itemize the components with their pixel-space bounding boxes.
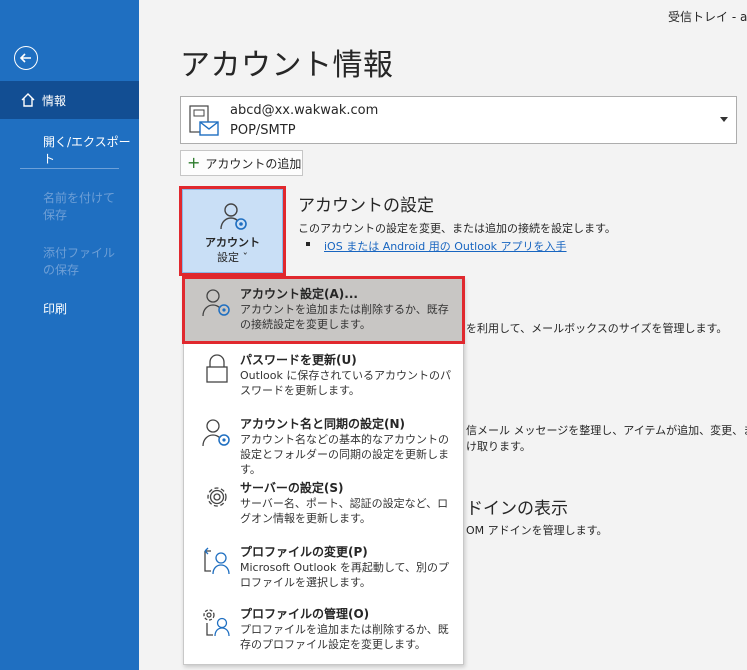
gear-icon	[207, 487, 227, 507]
menu-item-desc: サーバー名、ポート、認証の設定など、ログオン情報を更新します。	[240, 497, 449, 525]
nav-info-label: 情報	[42, 93, 67, 108]
menu-item-title: パスワードを更新(U)	[240, 353, 357, 367]
account-settings-label: アカウント	[205, 236, 260, 249]
nav-divider	[20, 168, 119, 169]
account-settings-button[interactable]: アカウント 設定 ˇ	[179, 186, 286, 276]
menu-server-settings[interactable]: サーバーの設定(S) サーバー名、ポート、認証の設定など、ログオン情報を更新しま…	[184, 472, 463, 536]
backstage-sidebar: 情報 開く/エクスポート 名前を付けて保存 添付ファイルの保存 印刷	[0, 0, 139, 670]
account-sync-icon	[202, 419, 230, 447]
account-email: abcd@xx.wakwak.com	[230, 103, 379, 118]
menu-account-name-sync[interactable]: アカウント名と同期の設定(N) アカウント名などの基本的なアカウントの設定とフォ…	[184, 408, 463, 476]
add-account-label: アカウントの追加	[205, 156, 302, 171]
menu-item-desc: アカウント名などの基本的なアカウントの設定とフォルダーの同期の設定を更新します。	[240, 433, 449, 476]
menu-item-title: プロファイルの変更(P)	[240, 545, 368, 559]
menu-item-title: サーバーの設定(S)	[240, 481, 344, 495]
page-title: アカウント情報	[180, 48, 394, 83]
menu-account-settings[interactable]: アカウント設定(A)... アカウントを追加または削除するか、既存の接続設定を変…	[182, 276, 465, 344]
menu-item-desc: プロファイルを追加または削除するか、既存のプロファイル設定を変更します。	[240, 623, 449, 651]
bullet	[306, 242, 310, 246]
profile-manage-icon	[203, 609, 230, 637]
profile-change-icon	[204, 547, 230, 575]
account-settings-label-2: 設定 ˇ	[217, 251, 248, 264]
nav-open-export[interactable]: 開く/エクスポート	[0, 133, 139, 167]
menu-item-title: アカウント設定(A)...	[240, 287, 358, 301]
addins-heading: ドインの表示	[466, 499, 568, 519]
menu-item-desc: アカウントを追加または削除するか、既存の接続設定を変更します。	[240, 303, 449, 331]
account-settings-description: このアカウントの設定を変更、または追加の接続を設定します。	[298, 222, 616, 235]
account-type: POP/SMTP	[230, 123, 296, 138]
lock-icon	[206, 354, 228, 383]
back-arrow-icon	[19, 53, 31, 63]
menu-item-desc: Outlook に保存されているアカウントのパスワードを更新します。	[240, 369, 451, 397]
menu-update-password[interactable]: パスワードを更新(U) Outlook に保存されているアカウントのパスワードを…	[184, 344, 463, 408]
rules-text-1: 信メール メッセージを整理し、アイテムが追加、変更、ま	[466, 424, 747, 437]
account-settings-menu: アカウント設定(A)... アカウントを追加または削除するか、既存の接続設定を変…	[182, 276, 465, 665]
menu-change-profile[interactable]: プロファイルの変更(P) Microsoft Outlook を再起動して、別の…	[184, 536, 463, 600]
window-title: 受信トレイ - abcd	[668, 10, 747, 24]
account-settings-heading: アカウントの設定	[298, 196, 434, 216]
menu-item-desc: Microsoft Outlook を再起動して、別のプロファイルを選択します。	[240, 561, 450, 589]
menu-item-title: プロファイルの管理(O)	[240, 607, 370, 621]
nav-info[interactable]: 情報	[0, 81, 139, 119]
mailbox-cleanup-text: を利用して、メールボックスのサイズを管理します。	[466, 322, 728, 335]
account-selector[interactable]: abcd@xx.wakwak.com POP/SMTP	[180, 96, 737, 144]
home-icon	[21, 93, 35, 107]
mail-account-icon	[189, 105, 219, 136]
rules-text-2: け取ります。	[466, 440, 531, 453]
back-button[interactable]	[14, 46, 38, 70]
chevron-down-icon	[720, 117, 728, 122]
get-mobile-app-link[interactable]: iOS または Android 用の Outlook アプリを入手	[324, 238, 567, 254]
menu-manage-profiles[interactable]: プロファイルの管理(O) プロファイルを追加または削除するか、既存のプロファイル…	[184, 598, 463, 662]
account-settings-icon	[220, 203, 247, 230]
addins-text: OM アドインを管理します。	[466, 524, 608, 537]
nav-save-as: 名前を付けて保存	[43, 191, 116, 222]
plus-icon: +	[187, 153, 201, 172]
account-settings-icon	[202, 289, 230, 317]
add-account-button[interactable]: + アカウントの追加	[180, 150, 303, 176]
menu-item-title: アカウント名と同期の設定(N)	[240, 417, 406, 431]
nav-print[interactable]: 印刷	[0, 300, 139, 317]
nav-save-attachments: 添付ファイルの保存	[43, 246, 116, 277]
